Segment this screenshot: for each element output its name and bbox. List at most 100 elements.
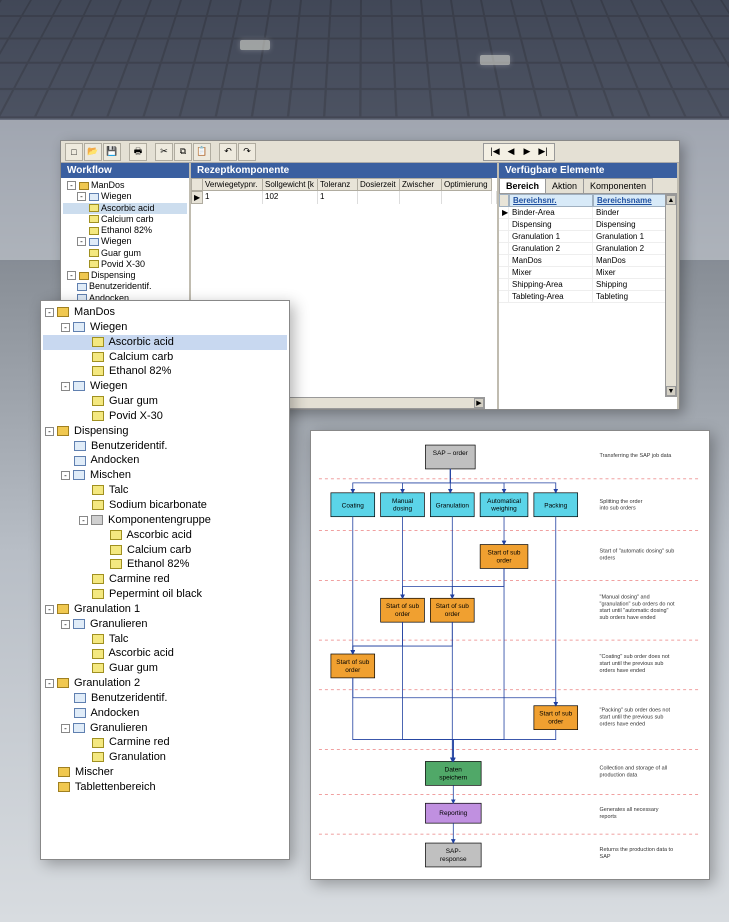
- bereich-row[interactable]: Granulation 2Granulation 2: [499, 243, 677, 255]
- tree-node[interactable]: - Dispensing: [43, 424, 287, 439]
- tree-node[interactable]: Povid X-30: [63, 259, 187, 270]
- tree-node[interactable]: - Granulation 2: [43, 676, 287, 691]
- toolbar-button-open[interactable]: 📂: [84, 143, 102, 161]
- tree-node[interactable]: Ascorbic acid: [43, 335, 287, 350]
- tree-node[interactable]: Ascorbic acid: [43, 528, 287, 543]
- tree-node[interactable]: Carmine red: [43, 572, 287, 587]
- nav-next-button[interactable]: ▶: [520, 145, 534, 159]
- expand-icon[interactable]: -: [61, 620, 70, 629]
- tree-node[interactable]: Guar gum: [63, 248, 187, 259]
- tree-node[interactable]: Ascorbic acid: [63, 203, 187, 214]
- tree-node[interactable]: Ethanol 82%: [63, 225, 187, 236]
- tree-node[interactable]: - Wiegen: [43, 320, 287, 335]
- expand-icon[interactable]: -: [45, 679, 54, 688]
- bereich-row[interactable]: Granulation 1Granulation 1: [499, 231, 677, 243]
- toolbar-button-paste[interactable]: 📋: [193, 143, 211, 161]
- tree-node[interactable]: - Komponentengruppe: [43, 513, 287, 528]
- toolbar-button-print[interactable]: 🖶: [129, 143, 147, 161]
- tree-node[interactable]: Guar gum: [43, 394, 287, 409]
- grid-cell[interactable]: [358, 191, 400, 204]
- toolbar-button-redo[interactable]: ↷: [238, 143, 256, 161]
- grid-cell[interactable]: [492, 191, 497, 204]
- expand-icon[interactable]: -: [77, 192, 86, 201]
- tree-node[interactable]: Benutzeridentif.: [43, 691, 287, 706]
- expand-icon[interactable]: -: [79, 516, 88, 525]
- grid-cell[interactable]: ▶: [191, 191, 203, 204]
- tree-node[interactable]: Ethanol 82%: [43, 557, 287, 572]
- tree-node[interactable]: - Wiegen: [43, 379, 287, 394]
- tree-node[interactable]: -Wiegen: [63, 236, 187, 247]
- tree-node[interactable]: Pepermint oil black: [43, 587, 287, 602]
- workflow-tree-enlarged[interactable]: - ManDos- Wiegen Ascorbic acid Calcium c…: [40, 300, 290, 860]
- tree-node[interactable]: Guar gum: [43, 661, 287, 676]
- tree-node[interactable]: Carmine red: [43, 735, 287, 750]
- grid-col-header[interactable]: Verwiegetypnr.: [203, 178, 263, 191]
- tree-node[interactable]: Calcium carb: [63, 214, 187, 225]
- tree-node[interactable]: Sodium bicarbonate: [43, 498, 287, 513]
- tree-node[interactable]: Ethanol 82%: [43, 364, 287, 379]
- tab-komponenten[interactable]: Komponenten: [583, 178, 653, 193]
- tree-node[interactable]: Mischer: [43, 765, 287, 780]
- tab-aktion[interactable]: Aktion: [545, 178, 584, 193]
- tree-node[interactable]: - ManDos: [43, 305, 287, 320]
- col-bereichsnr[interactable]: Bereichsnr.: [509, 194, 593, 207]
- grid-data-row[interactable]: ▶11021: [191, 191, 497, 204]
- toolbar-button-new[interactable]: □: [65, 143, 83, 161]
- tree-node[interactable]: Granulation: [43, 750, 287, 765]
- bereich-row[interactable]: ManDosManDos: [499, 255, 677, 267]
- tree-node[interactable]: Calcium carb: [43, 543, 287, 558]
- nav-prev-button[interactable]: ◀: [504, 145, 518, 159]
- toolbar-button-save[interactable]: 💾: [103, 143, 121, 161]
- grid-col-header[interactable]: Sollgewicht [k: [263, 178, 318, 191]
- tree-node[interactable]: Tablettenbereich: [43, 780, 287, 795]
- grid-col-header[interactable]: [191, 178, 203, 191]
- bereich-row[interactable]: Shipping-AreaShipping: [499, 279, 677, 291]
- expand-icon[interactable]: -: [61, 724, 70, 733]
- toolbar-button-cut[interactable]: ✂: [155, 143, 173, 161]
- tree-node[interactable]: Talc: [43, 632, 287, 647]
- expand-icon[interactable]: -: [61, 471, 70, 480]
- tree-node[interactable]: Povid X-30: [43, 409, 287, 424]
- nav-first-button[interactable]: |◀: [488, 145, 502, 159]
- tree-node[interactable]: Talc: [43, 483, 287, 498]
- vertical-scrollbar[interactable]: ▲ ▼: [665, 194, 677, 397]
- grid-col-header[interactable]: Toleranz: [318, 178, 358, 191]
- tree-node[interactable]: - Granulieren: [43, 721, 287, 736]
- bereich-row[interactable]: DispensingDispensing: [499, 219, 677, 231]
- bereich-row[interactable]: MixerMixer: [499, 267, 677, 279]
- expand-icon[interactable]: -: [45, 427, 54, 436]
- expand-icon[interactable]: -: [61, 382, 70, 391]
- grid-col-header[interactable]: Dosierzeit: [358, 178, 400, 191]
- grid-cell[interactable]: 1: [318, 191, 358, 204]
- scroll-up-button[interactable]: ▲: [666, 195, 676, 205]
- expand-icon[interactable]: -: [45, 605, 54, 614]
- tree-node[interactable]: -ManDos: [63, 180, 187, 191]
- tree-node[interactable]: -Wiegen: [63, 191, 187, 202]
- tree-node[interactable]: Benutzeridentif.: [63, 281, 187, 292]
- tree-node[interactable]: Ascorbic acid: [43, 646, 287, 661]
- expand-icon[interactable]: -: [67, 181, 76, 190]
- tree-node[interactable]: Andocken: [43, 706, 287, 721]
- tree-node[interactable]: - Mischen: [43, 468, 287, 483]
- toolbar-button-undo[interactable]: ↶: [219, 143, 237, 161]
- grid-cell[interactable]: [442, 191, 492, 204]
- scroll-down-button[interactable]: ▼: [666, 386, 676, 396]
- tree-node[interactable]: -Dispensing: [63, 270, 187, 281]
- grid-cell[interactable]: 102: [263, 191, 318, 204]
- tree-node[interactable]: - Granulieren: [43, 617, 287, 632]
- grid-cell[interactable]: [400, 191, 442, 204]
- toolbar-button-copy[interactable]: ⧉: [174, 143, 192, 161]
- expand-icon[interactable]: -: [67, 271, 76, 280]
- nav-last-button[interactable]: ▶|: [536, 145, 550, 159]
- tree-node[interactable]: Benutzeridentif.: [43, 439, 287, 454]
- grid-cell[interactable]: 1: [203, 191, 263, 204]
- grid-col-header[interactable]: Optimierung: [442, 178, 492, 191]
- tab-bereich[interactable]: Bereich: [499, 178, 546, 193]
- grid-col-header[interactable]: Zwischer: [400, 178, 442, 191]
- expand-icon[interactable]: -: [61, 323, 70, 332]
- tree-node[interactable]: Calcium carb: [43, 350, 287, 365]
- tree-node[interactable]: - Granulation 1: [43, 602, 287, 617]
- expand-icon[interactable]: -: [77, 237, 86, 246]
- bereich-row[interactable]: Tableting-AreaTableting: [499, 291, 677, 303]
- tree-node[interactable]: Andocken: [43, 453, 287, 468]
